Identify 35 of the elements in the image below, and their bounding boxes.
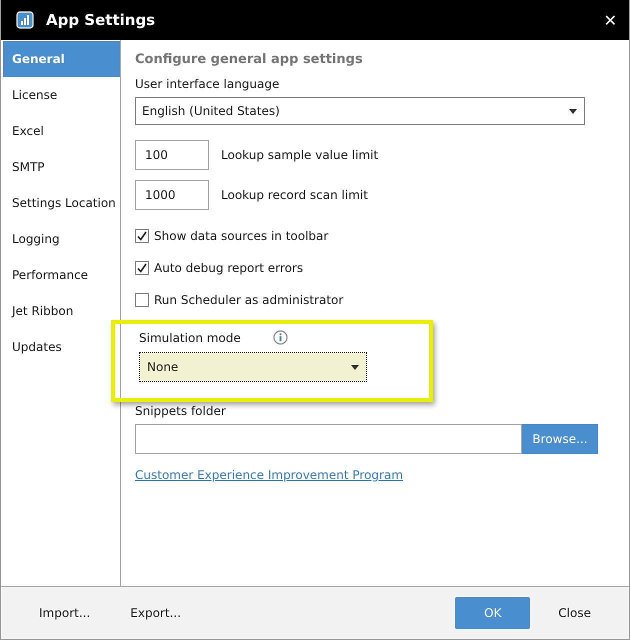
folder-field[interactable] (135, 424, 522, 454)
sidebar-item[interactable]: Logging (1, 221, 120, 257)
checkbox-label: Show data sources in toolbar (154, 229, 328, 243)
field-label: Snippets folder (135, 404, 226, 418)
checkbox-label: Run Scheduler as administrator (154, 293, 344, 307)
section-heading: Configure general app settings (135, 52, 363, 67)
checkbox-label: Auto debug report errors (154, 261, 304, 275)
footer-button[interactable]: Export... (120, 600, 192, 626)
close-button[interactable]: Close (548, 600, 601, 626)
field-label: Simulation mode (139, 330, 241, 344)
input-field[interactable]: 100 (135, 140, 209, 170)
sidebar-item[interactable]: Updates (1, 329, 120, 365)
checkbox[interactable] (135, 261, 149, 275)
program-link[interactable]: Customer Experience Improvement Program (135, 468, 404, 482)
simulation-dropdown[interactable]: None (139, 352, 367, 382)
caret-icon (351, 364, 359, 370)
checkbox[interactable] (135, 229, 149, 243)
sidebar-item[interactable]: Settings Location (1, 185, 120, 221)
language-dropdown[interactable]: English (United States) (135, 97, 585, 125)
field-label: User interface language (135, 77, 280, 91)
field-label: Lookup record scan limit (221, 188, 368, 202)
footer-button[interactable]: Import... (29, 600, 100, 626)
bar-chart-icon (16, 11, 34, 29)
caret-icon (569, 108, 577, 114)
input-field[interactable]: 1000 (135, 180, 209, 210)
sidebar-item[interactable]: Excel (1, 113, 120, 149)
window-title: App Settings (46, 11, 156, 29)
close-button[interactable]: ✕ (604, 10, 617, 30)
sidebar-item[interactable]: SMTP (1, 149, 120, 185)
info-icon[interactable] (272, 330, 288, 345)
checkbox[interactable] (135, 293, 149, 307)
field-label: Lookup sample value limit (221, 148, 378, 162)
sidebar-item[interactable]: License (1, 77, 120, 113)
sidebar-item[interactable]: Jet Ribbon (1, 293, 120, 329)
sidebar-item[interactable]: Performance (1, 257, 120, 293)
